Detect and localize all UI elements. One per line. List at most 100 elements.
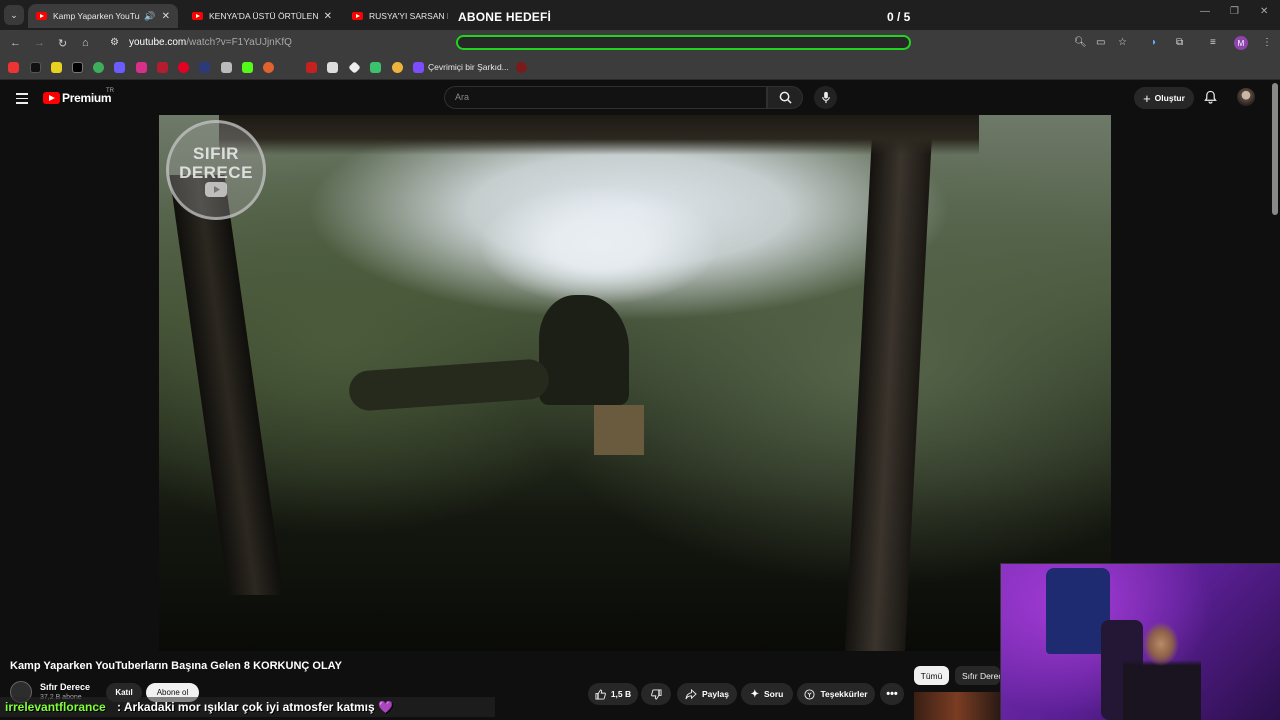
instagram-bookmark-icon[interactable] bbox=[136, 62, 147, 73]
window-close-icon[interactable]: ✕ bbox=[1260, 6, 1268, 17]
profile-avatar[interactable]: M bbox=[1234, 36, 1248, 50]
restore-icon[interactable]: ❐ bbox=[1230, 6, 1239, 17]
super-thanks-icon bbox=[804, 688, 815, 700]
forward-icon[interactable]: → bbox=[34, 37, 45, 49]
tree-trunk-left bbox=[169, 175, 284, 595]
notifications-bell-icon[interactable] bbox=[1204, 90, 1217, 104]
ask-button[interactable]: ✦ Soru bbox=[741, 683, 793, 705]
last-bookmark-icon[interactable] bbox=[516, 62, 527, 73]
account-avatar[interactable] bbox=[1237, 88, 1255, 106]
tab-rusya[interactable]: RUSYA'YI SARSAN KARANLIK bbox=[344, 4, 456, 28]
chatgpt-bookmark-icon[interactable] bbox=[93, 62, 104, 73]
search-icon bbox=[779, 91, 792, 104]
youtube-favicon-icon bbox=[36, 12, 47, 20]
thanks-button[interactable]: Teşekkürler bbox=[797, 683, 875, 705]
log-stump bbox=[594, 405, 644, 455]
tab-kamp-yaparken[interactable]: Kamp Yaparken YouTuberla 🔊 ✕ bbox=[28, 4, 178, 28]
tab-label: Kamp Yaparken YouTuberla bbox=[53, 11, 140, 21]
page-scrollbar[interactable] bbox=[1272, 83, 1278, 215]
tab-search-icon[interactable]: ⌄ bbox=[4, 5, 24, 25]
app2-bookmark-icon[interactable] bbox=[199, 62, 210, 73]
speaker-icon[interactable]: 🔊 bbox=[144, 11, 155, 22]
video-title: Kamp Yaparken YouTuberların Başına Gelen… bbox=[10, 660, 342, 672]
thumbs-up-icon bbox=[595, 688, 606, 700]
subscriber-goal-progress-bar bbox=[456, 35, 911, 50]
play-logo-icon bbox=[205, 181, 227, 197]
tree-trunk-right bbox=[844, 115, 934, 651]
kick-bookmark-icon[interactable] bbox=[242, 62, 253, 73]
url-path: /watch?v=F1YaUJjnKfQ bbox=[186, 37, 292, 48]
s-bookmark-icon[interactable] bbox=[51, 62, 62, 73]
thumbs-down-icon bbox=[650, 688, 662, 700]
minimize-icon[interactable]: — bbox=[1200, 6, 1210, 17]
share-icon bbox=[685, 688, 697, 699]
pinterest-bookmark-icon[interactable] bbox=[178, 62, 189, 73]
red-bookmark-icon[interactable] bbox=[157, 62, 168, 73]
app3-bookmark-icon[interactable] bbox=[221, 62, 232, 73]
streamer bbox=[1123, 616, 1201, 720]
create-button[interactable]: + Oluştur bbox=[1134, 87, 1194, 109]
yellow-bookmark-icon[interactable] bbox=[392, 62, 403, 73]
site-info-icon[interactable]: ⚙ bbox=[110, 37, 119, 48]
youtube-logo-icon[interactable] bbox=[43, 92, 60, 104]
screen: ⌄ Kamp Yaparken YouTuberla 🔊 ✕ KENYA'DA … bbox=[0, 0, 1280, 720]
bookmark-label[interactable]: Çevrimiçi bir Şarkıd... bbox=[428, 62, 509, 72]
reading-list-icon[interactable]: ≡ bbox=[1210, 37, 1216, 48]
like-button[interactable]: 1,5 B bbox=[588, 683, 638, 705]
chip-channel[interactable]: Sıfır Derece bbox=[955, 666, 1000, 685]
browser-tab-strip: ⌄ Kamp Yaparken YouTuberla 🔊 ✕ KENYA'DA … bbox=[0, 0, 1280, 30]
recommended-thumbnail[interactable] bbox=[914, 692, 1000, 720]
youtube-favicon-icon bbox=[192, 12, 203, 20]
microphone-icon bbox=[821, 91, 830, 104]
youtube-logo-text[interactable]: Premium bbox=[62, 91, 112, 105]
cast-icon[interactable]: ▭ bbox=[1096, 37, 1105, 48]
fallen-log bbox=[347, 358, 551, 412]
music-bookmark-icon[interactable] bbox=[413, 62, 424, 73]
more-actions-button[interactable]: ••• bbox=[880, 683, 904, 705]
share-button[interactable]: Paylaş bbox=[677, 683, 737, 705]
tiktok-bookmark-icon[interactable] bbox=[30, 62, 41, 73]
channel-name[interactable]: Sıfır Derece bbox=[40, 682, 90, 692]
gmail-bookmark-icon[interactable] bbox=[306, 62, 317, 73]
app4-bookmark-icon[interactable] bbox=[327, 62, 338, 73]
voice-search-button[interactable] bbox=[814, 86, 837, 109]
webcam-overlay bbox=[1000, 563, 1280, 720]
tab-kenya[interactable]: KENYA'DA ÜSTÜ ÖRTÜLEN KOR ✕ bbox=[184, 4, 340, 28]
extension-icon[interactable]: ◗ bbox=[1151, 37, 1157, 48]
hamburger-menu-icon[interactable] bbox=[16, 93, 28, 104]
subscriber-goal-count: 0 / 5 bbox=[887, 10, 911, 24]
green-bookmark-icon[interactable] bbox=[370, 62, 381, 73]
reload-icon[interactable]: ↻ bbox=[58, 37, 67, 50]
region-code: TR bbox=[106, 88, 114, 94]
browser-menu-icon[interactable]: ⋮ bbox=[1262, 37, 1272, 48]
like-count: 1,5 B bbox=[610, 689, 632, 699]
back-icon[interactable]: ← bbox=[10, 37, 21, 49]
video-player[interactable]: SIFIR DERECE bbox=[159, 115, 1111, 651]
channel-watermark: SIFIR DERECE bbox=[166, 120, 266, 220]
url-field[interactable]: youtube.com/watch?v=F1YaUJjnKfQ bbox=[129, 37, 292, 48]
home-icon[interactable]: ⌂ bbox=[82, 37, 89, 49]
orange-bookmark-icon[interactable] bbox=[263, 62, 274, 73]
youtube-bookmark-icon[interactable] bbox=[8, 62, 19, 73]
plus-icon: + bbox=[1143, 90, 1151, 106]
dislike-button[interactable] bbox=[641, 683, 671, 705]
close-tab-icon[interactable]: ✕ bbox=[324, 11, 332, 22]
dark-stump bbox=[539, 295, 629, 405]
share-label: Paylaş bbox=[702, 689, 729, 699]
x-bookmark-icon[interactable] bbox=[72, 62, 83, 73]
bookmark-star-icon[interactable]: ☆ bbox=[1118, 37, 1127, 48]
more-icon: ••• bbox=[886, 688, 898, 700]
search-button[interactable] bbox=[767, 86, 803, 109]
watermark-line-2: DERECE bbox=[179, 162, 253, 182]
tab-label: KENYA'DA ÜSTÜ ÖRTÜLEN KOR bbox=[209, 11, 318, 21]
watermark-line-1: SIFIR bbox=[193, 143, 239, 163]
url-host: youtube.com bbox=[129, 37, 187, 48]
chip-all[interactable]: Tümü bbox=[914, 666, 949, 685]
app-bookmark-icon[interactable] bbox=[114, 62, 125, 73]
ask-label: Soru bbox=[764, 689, 784, 699]
extensions-puzzle-icon[interactable]: ⧉ bbox=[1176, 37, 1183, 48]
search-input[interactable] bbox=[444, 86, 767, 109]
chat-username: irrelevantflorance bbox=[5, 700, 106, 714]
zoom-icon[interactable]: 🔍︎ bbox=[1074, 37, 1087, 48]
close-tab-icon[interactable]: ✕ bbox=[162, 11, 170, 22]
